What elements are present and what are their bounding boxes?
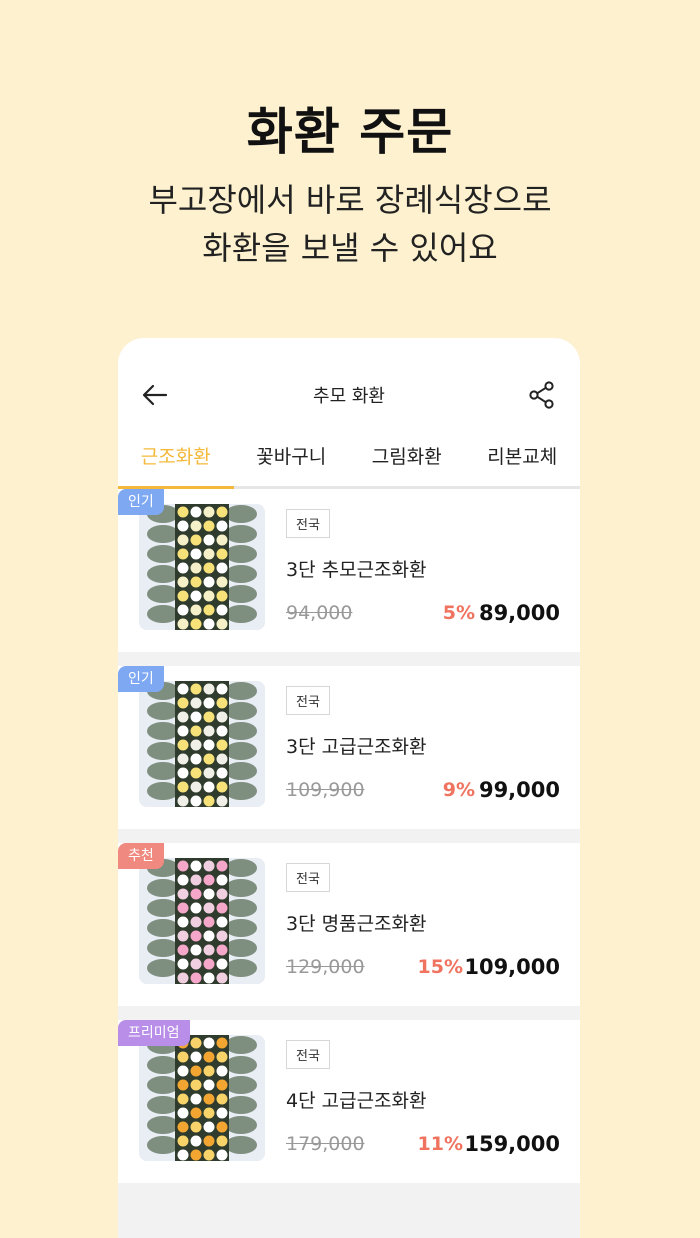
product-list: 인기 전국 3단 추모근조화환 94,000 5% 89,000 인기 전국 3… [118, 489, 580, 1197]
product-image [139, 681, 265, 807]
badge-popular: 인기 [118, 666, 164, 692]
product-image [139, 504, 265, 630]
tab-flower-basket[interactable]: 꽃바구니 [234, 426, 350, 486]
product-name: 3단 추모근조화환 [286, 559, 427, 581]
product-card[interactable]: 프리미엄 전국 4단 고급근조화환 179,000 11% 159,000 [118, 1020, 580, 1183]
product-name: 3단 고급근조화환 [286, 736, 427, 758]
share-button[interactable] [528, 380, 556, 410]
tab-picture-wreath[interactable]: 그림화환 [349, 426, 465, 486]
sale-price: 159,000 [464, 1132, 560, 1156]
region-tag: 전국 [286, 1040, 330, 1069]
discount-rate: 15% [417, 956, 463, 978]
discount-rate: 11% [417, 1133, 463, 1155]
badge-recommend: 추천 [118, 843, 164, 869]
original-price: 129,000 [286, 956, 365, 978]
category-tabs: 근조화환 꽃바구니 그림화환 리본교체 [118, 426, 580, 489]
product-card[interactable]: 인기 전국 3단 추모근조화환 94,000 5% 89,000 [118, 489, 580, 652]
sale-price: 99,000 [478, 778, 560, 802]
hero-title: 화환 주문 [246, 103, 454, 161]
original-price: 179,000 [286, 1133, 365, 1155]
original-price: 94,000 [286, 602, 353, 624]
region-tag: 전국 [286, 863, 330, 892]
region-tag: 전국 [286, 686, 330, 715]
sale-price: 109,000 [464, 955, 560, 979]
product-image [139, 858, 265, 984]
badge-popular: 인기 [118, 489, 164, 515]
tab-ribbon-replace[interactable]: 리본교체 [465, 426, 581, 486]
hero-subtitle-line-2: 화환을 보낼 수 있어요 [202, 229, 498, 267]
badge-premium: 프리미엄 [118, 1020, 190, 1046]
discount-rate: 5% [442, 602, 475, 624]
product-card[interactable]: 인기 전국 3단 고급근조화환 109,900 9% 99,000 [118, 666, 580, 829]
product-image [139, 1035, 265, 1161]
share-icon [529, 381, 554, 409]
original-price: 109,900 [286, 779, 365, 801]
phone-screen: 추모 화환 근조화환 꽃바구니 그림화환 리본교체 인기 전국 3단 추모근조화… [118, 338, 580, 1238]
product-name: 3단 명품근조화환 [286, 913, 427, 935]
tab-funeral-wreath[interactable]: 근조화환 [118, 426, 234, 489]
hero-subtitle-line-1: 부고장에서 바로 장례식장으로 [148, 181, 552, 219]
page-title: 추모 화환 [313, 386, 385, 407]
product-card[interactable]: 추천 전국 3단 명품근조화환 129,000 15% 109,000 [118, 843, 580, 1006]
product-name: 4단 고급근조화환 [286, 1090, 427, 1112]
sale-price: 89,000 [478, 601, 560, 625]
region-tag: 전국 [286, 509, 330, 538]
hero-subtitle: 부고장에서 바로 장례식장으로 화환을 보낼 수 있어요 [0, 176, 700, 272]
discount-rate: 9% [442, 779, 475, 801]
